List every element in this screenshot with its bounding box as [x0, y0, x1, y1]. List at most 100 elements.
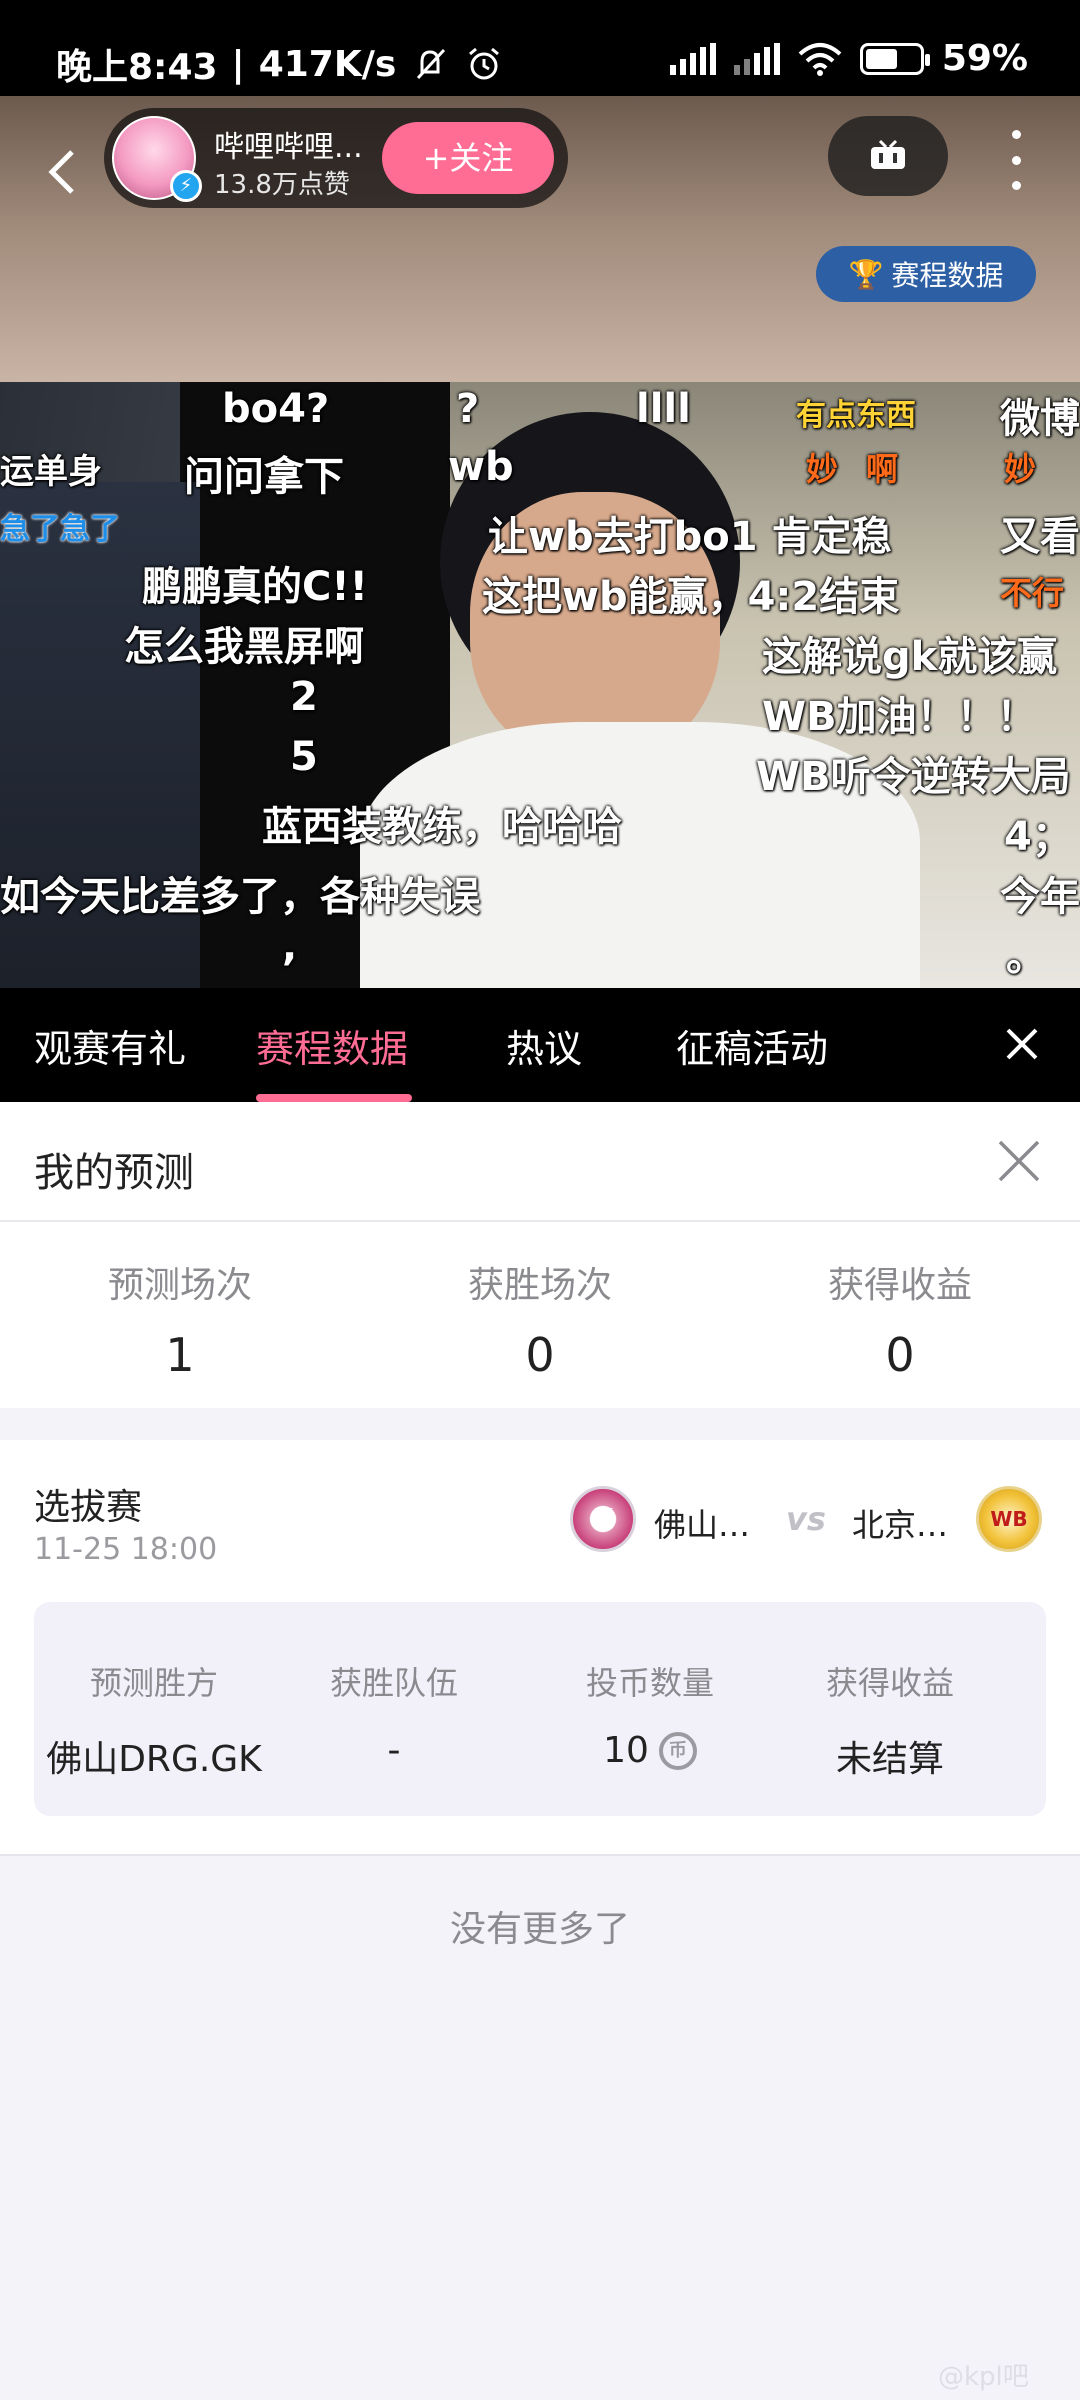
danmaku: 急了急了 — [0, 512, 120, 547]
follow-button[interactable]: +关注 — [382, 122, 554, 194]
streamer-card[interactable]: ⚡ 哔哩哔哩... 13.8万点赞 +关注 — [104, 108, 568, 208]
danmaku: 5 — [290, 734, 318, 780]
team-a-name: 佛山… — [654, 1506, 751, 1544]
coins-col: 投币数量 10 币 — [530, 1658, 770, 1771]
danmaku: 这解说gk就该赢 — [762, 634, 1058, 680]
divider — [0, 1854, 1080, 1856]
match-time: 11-25 18:00 — [34, 1532, 218, 1567]
status-time: 晚上8:43 — [56, 47, 218, 88]
danmaku: 又看 — [1000, 514, 1080, 560]
tab-hot-discussion[interactable]: 热议 — [506, 1018, 582, 1073]
prediction-header: 我的预测 — [0, 1102, 1080, 1222]
danmaku: , — [282, 924, 298, 970]
danmaku: 蓝西装教练，哈哈哈 — [262, 804, 622, 850]
verified-badge-icon: ⚡ — [170, 170, 202, 202]
col-value: 未结算 — [835, 1739, 944, 1780]
back-arrow-icon — [48, 150, 74, 194]
tv-cast-button[interactable] — [828, 116, 948, 196]
no-more-label: 没有更多了 — [449, 1909, 630, 1950]
close-icon[interactable] — [996, 1018, 1048, 1070]
network-speed: 417K/s — [258, 43, 397, 85]
danmaku: wb — [448, 444, 514, 490]
danmaku: 不行 — [1000, 574, 1065, 612]
streamer-likes: 13.8万点赞 — [214, 170, 350, 200]
alarm-icon — [469, 47, 500, 80]
coin-count: 10 — [603, 1730, 649, 1771]
stat-value: 0 — [525, 1328, 555, 1382]
danmaku: 微博 — [1000, 396, 1080, 442]
prediction-card: 预测胜方 佛山DRG.GK 获胜队伍 - 投币数量 10 币 获得收益 未结算 — [34, 1602, 1046, 1816]
hd-signal-icon — [669, 42, 716, 75]
back-button[interactable] — [36, 132, 88, 212]
battery-percent: 59% — [941, 38, 1028, 79]
match-item[interactable]: 选拔赛 11-25 18:00 K 佛山… vs 北京… WB 预测胜方 佛山D… — [0, 1440, 1080, 1854]
signal-icon — [733, 42, 780, 75]
coin-icon: 币 — [658, 1731, 697, 1770]
tv-icon — [871, 139, 905, 169]
coins-value: 10 币 — [530, 1730, 770, 1771]
stat-value: 0 — [885, 1328, 915, 1382]
wifi-icon — [798, 42, 842, 76]
danmaku: 如今天比差多了，各种失误 — [0, 874, 480, 920]
team-a-logo: K — [570, 1486, 636, 1552]
live-header: ⚡ 哔哩哔哩... 13.8万点赞 +关注 🏆 赛程数据 — [0, 96, 1080, 382]
tab-watch-gift[interactable]: 观赛有礼 — [34, 1018, 186, 1073]
stat-earnings: 获得收益 0 — [750, 1256, 1050, 1382]
active-tab-indicator — [256, 1094, 412, 1102]
status-bar: 晚上8:43 | 417K/s 59% — [0, 0, 1080, 96]
stat-label: 获胜场次 — [467, 1265, 612, 1306]
danmaku: 妙 — [1004, 450, 1037, 488]
event-tab-bar: 观赛有礼 赛程数据 热议 征稿活动 — [0, 988, 1080, 1102]
vs-label: vs — [786, 1500, 826, 1538]
danmaku: 怎么我黑屏啊 — [124, 624, 364, 670]
team-b-name: 北京… — [852, 1506, 949, 1544]
battery-icon — [859, 42, 930, 75]
danmaku: bo4? — [222, 386, 330, 432]
trophy-icon: 🏆 — [848, 257, 884, 291]
danmaku: 啊 — [866, 450, 899, 488]
danmaku: 。 — [1006, 934, 1046, 980]
prediction-stats: 预测场次 1 获胜场次 0 获得收益 0 — [0, 1222, 1080, 1408]
col-header: 获得收益 — [825, 1664, 954, 1702]
more-options-button[interactable] — [996, 130, 1036, 190]
mute-icon — [417, 48, 446, 80]
danmaku: WB加油！！！ — [762, 694, 1037, 740]
schedule-chip-label: 赛程数据 — [891, 259, 1004, 292]
stat-value: 1 — [165, 1328, 195, 1382]
danmaku: 今年 — [1000, 874, 1080, 920]
page-title: 我的预测 — [34, 1150, 194, 1196]
danmaku: 运单身 — [0, 452, 102, 492]
tab-submission-event[interactable]: 征稿活动 — [676, 1018, 828, 1073]
live-video[interactable]: bo4? ? llll 有点东西 微博 运单身 问问拿下 wb 妙 啊 妙 急了… — [0, 382, 1080, 988]
close-icon[interactable] — [994, 1136, 1044, 1186]
col-header: 获胜队伍 — [329, 1664, 458, 1702]
earnings-col: 获得收益 未结算 — [770, 1658, 1010, 1782]
stat-label: 获得收益 — [827, 1265, 972, 1306]
schedule-data-chip[interactable]: 🏆 赛程数据 — [816, 246, 1036, 302]
stat-predicted-matches: 预测场次 1 — [30, 1256, 330, 1382]
winning-team-col: 获胜队伍 - — [274, 1658, 514, 1771]
danmaku: 鹏鹏真的C!! — [142, 564, 368, 610]
danmaku: 有点东西 — [796, 398, 916, 433]
watermark: @kpl吧 — [938, 2362, 1029, 2392]
col-header: 预测胜方 — [89, 1664, 218, 1702]
col-value: - — [387, 1730, 401, 1771]
danmaku: WB听令逆转大局 — [756, 754, 1071, 800]
streamer-name: 哔哩哔哩... — [214, 130, 363, 165]
danmaku: 妙 — [806, 450, 839, 488]
tab-schedule-data[interactable]: 赛程数据 — [256, 1018, 408, 1073]
col-value: 佛山DRG.GK — [46, 1739, 262, 1780]
predicted-winner-col: 预测胜方 佛山DRG.GK — [34, 1658, 274, 1782]
team-b-logo: WB — [976, 1486, 1042, 1552]
danmaku: 让wb去打bo1 肯定稳 — [488, 514, 892, 560]
danmaku: 这把wb能赢，4:2结束 — [482, 574, 900, 620]
col-header: 投币数量 — [585, 1664, 714, 1702]
danmaku: ? — [456, 386, 480, 432]
stat-label: 预测场次 — [107, 1265, 252, 1306]
danmaku: llll — [636, 386, 691, 432]
danmaku: 4； — [1004, 814, 1072, 860]
danmaku: 2 — [290, 674, 318, 720]
stat-won-matches: 获胜场次 0 — [390, 1256, 690, 1382]
match-round: 选拔赛 — [34, 1487, 143, 1528]
danmaku: 问问拿下 — [184, 454, 344, 500]
